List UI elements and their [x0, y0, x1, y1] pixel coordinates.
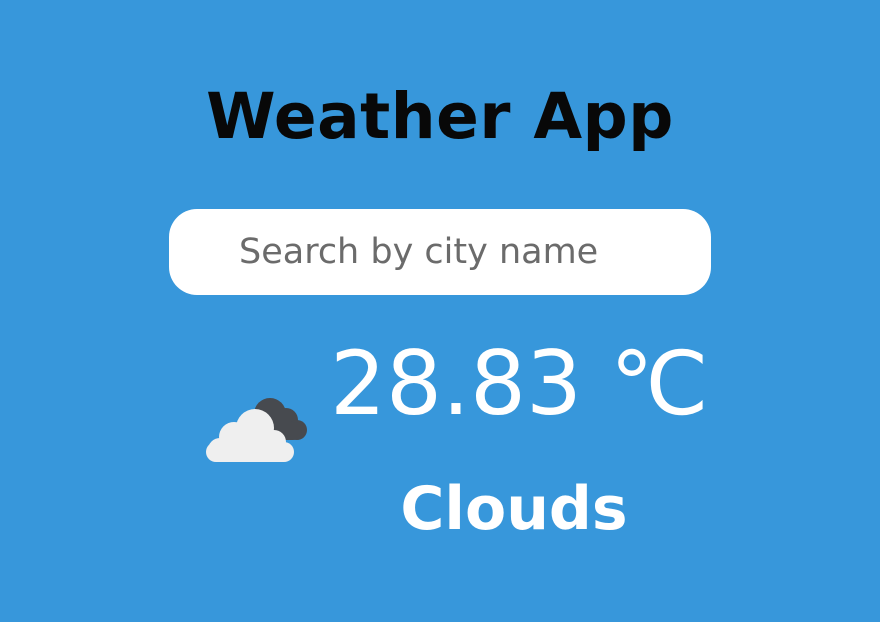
- page-title: Weather App: [206, 80, 674, 153]
- weather-condition: Clouds: [400, 474, 628, 544]
- weather-app: Weather App 28.83 ℃ Clouds: [0, 0, 880, 622]
- temperature-value: 28.83 ℃: [330, 332, 709, 435]
- clouds-icon: [200, 392, 312, 466]
- search-box[interactable]: [169, 209, 711, 295]
- search-input[interactable]: [239, 209, 689, 295]
